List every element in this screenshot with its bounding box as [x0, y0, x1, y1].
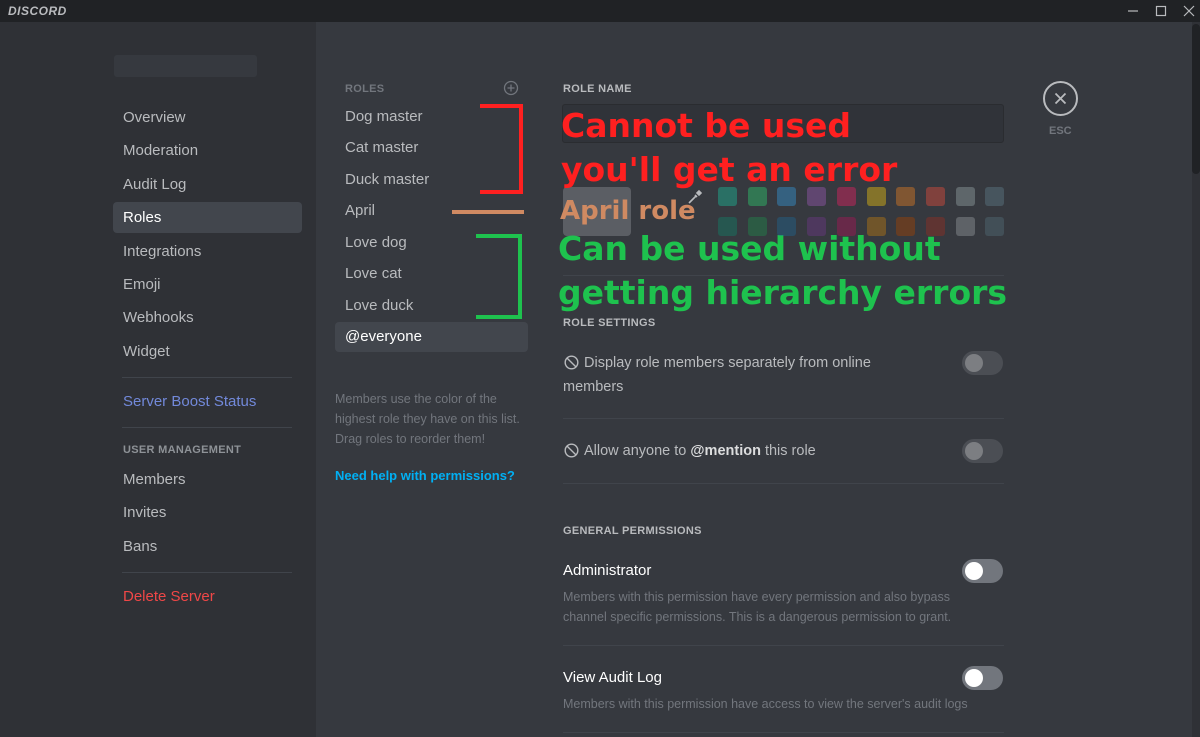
sidebar-item-members[interactable]: Members — [113, 464, 302, 495]
sidebar-divider — [122, 572, 292, 573]
color-swatch[interactable] — [777, 217, 797, 236]
color-swatch[interactable] — [718, 217, 737, 236]
sidebar-item-emoji[interactable]: Emoji — [113, 269, 302, 300]
close-window-button[interactable] — [1172, 0, 1200, 22]
minimize-icon — [1128, 10, 1138, 12]
role-name-label: ROLE NAME — [563, 83, 632, 95]
annotation-cannot-line1: Cannot be used — [561, 106, 852, 145]
mention-keyword: @mention — [690, 443, 761, 459]
title-bar: DISCORD — [0, 0, 1200, 22]
color-swatch[interactable] — [866, 187, 886, 206]
red-bracket-annotation — [480, 104, 523, 194]
toggle-knob — [965, 562, 983, 580]
section-divider — [563, 418, 1004, 419]
color-swatch[interactable] — [747, 187, 767, 206]
maximize-icon — [1155, 5, 1167, 17]
discord-window: DISCORD Overview Moderation Audit Log Ro… — [0, 0, 1200, 737]
sidebar-divider — [122, 377, 292, 378]
annotation-cannot-line2: you'll get an error — [561, 150, 898, 189]
view-audit-log-toggle[interactable] — [962, 666, 1003, 690]
close-settings-button[interactable] — [1043, 81, 1078, 116]
color-swatch[interactable] — [718, 187, 737, 206]
color-swatch[interactable] — [925, 187, 945, 206]
orange-line-annotation — [452, 210, 524, 214]
sidebar-item-delete-server[interactable]: Delete Server — [113, 581, 302, 612]
role-item-everyone[interactable]: @everyone — [335, 322, 528, 352]
add-role-icon[interactable] — [503, 80, 519, 96]
section-divider — [563, 483, 1004, 484]
color-swatch[interactable] — [866, 217, 886, 236]
administrator-desc-cont: channel specific permissions. This is a … — [563, 610, 952, 624]
green-bracket-annotation — [476, 234, 522, 319]
sidebar-divider — [122, 427, 292, 428]
section-divider — [563, 732, 1004, 733]
view-audit-log-desc: Members with this permission have access… — [563, 697, 968, 711]
app-brand: DISCORD — [8, 4, 67, 18]
toggle-knob — [965, 442, 983, 460]
administrator-desc: Members with this permission have every … — [563, 590, 950, 604]
color-swatch[interactable] — [807, 187, 827, 206]
role-settings-label: ROLE SETTINGS — [563, 317, 656, 329]
section-divider — [563, 645, 1004, 646]
color-swatch[interactable] — [807, 217, 827, 236]
view-audit-log-title: View Audit Log — [563, 669, 662, 686]
mention-prefix: Allow anyone to — [584, 443, 691, 459]
sidebar-item-overview[interactable]: Overview — [113, 102, 302, 133]
display-separately-text: Display role members separately from onl… — [584, 355, 871, 371]
scrollbar-thumb[interactable] — [1192, 24, 1200, 174]
color-swatch[interactable] — [836, 217, 856, 236]
roles-header: ROLES — [345, 83, 385, 95]
annotation-can-line2: getting hierarchy errors — [558, 273, 1008, 312]
sidebar-item-integrations[interactable]: Integrations — [113, 236, 302, 267]
sidebar-item-widget[interactable]: Widget — [113, 336, 302, 367]
administrator-title: Administrator — [563, 562, 652, 579]
color-swatch[interactable] — [777, 187, 797, 206]
disabled-icon — [564, 355, 579, 370]
sidebar-item-invites[interactable]: Invites — [113, 497, 302, 528]
sidebar-item-audit-log[interactable]: Audit Log — [113, 169, 302, 200]
sidebar-item-moderation[interactable]: Moderation — [113, 135, 302, 166]
color-swatch[interactable] — [896, 217, 916, 236]
color-swatch[interactable] — [985, 187, 1005, 206]
color-swatch[interactable] — [747, 217, 767, 236]
mention-suffix: this role — [760, 443, 816, 459]
color-swatch[interactable] — [925, 217, 945, 236]
mention-setting-text: Allow anyone to @mention this role — [584, 439, 816, 463]
close-icon — [1054, 92, 1067, 105]
color-swatch[interactable] — [955, 187, 975, 206]
color-swatch[interactable] — [896, 187, 916, 206]
close-icon — [1183, 5, 1195, 17]
display-separately-toggle[interactable] — [962, 351, 1003, 375]
color-swatch[interactable] — [955, 217, 975, 236]
sidebar-item-roles[interactable]: Roles — [113, 202, 302, 233]
color-swatch[interactable] — [985, 217, 1005, 236]
display-separately-text-cont: members — [563, 379, 624, 395]
server-name-placeholder — [114, 55, 257, 77]
sidebar-item-bans[interactable]: Bans — [113, 531, 302, 562]
sidebar-item-server-boost[interactable]: Server Boost Status — [113, 386, 302, 417]
toggle-knob — [965, 354, 983, 372]
annotation-april-role: April role — [560, 196, 696, 226]
roles-help-text: Members use the color of the highest rol… — [335, 392, 520, 446]
sidebar-item-webhooks[interactable]: Webhooks — [113, 302, 302, 333]
permissions-help-link[interactable]: Need help with permissions? — [335, 468, 515, 483]
general-permissions-label: GENERAL PERMISSIONS — [563, 525, 702, 537]
mention-toggle[interactable] — [962, 439, 1003, 463]
disabled-icon — [564, 443, 579, 458]
toggle-knob — [965, 669, 983, 687]
administrator-toggle[interactable] — [962, 559, 1003, 583]
user-management-header: USER MANAGEMENT — [123, 444, 242, 456]
esc-label: ESC — [1049, 125, 1072, 137]
color-swatch[interactable] — [836, 187, 856, 206]
